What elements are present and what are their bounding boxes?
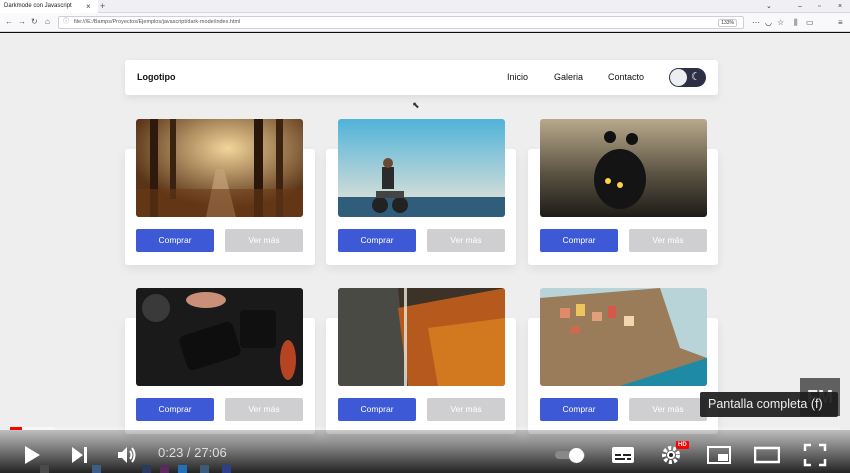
taskbar-app-icon[interactable] — [200, 465, 209, 473]
tab-close-icon[interactable]: × — [86, 0, 91, 13]
fullscreen-tooltip: Pantalla completa (f) — [700, 392, 838, 417]
see-more-button[interactable]: Ver más — [629, 229, 707, 252]
screen: Darkmode con Javascript × + ⌄ – ▫ × ← → … — [0, 0, 850, 473]
miniplayer-icon[interactable] — [707, 446, 731, 464]
photo-man-on-motorbike-beach — [338, 119, 505, 217]
photo-coastal-village — [540, 288, 707, 386]
subtitles-icon[interactable] — [611, 446, 635, 464]
tab-title: Darkmode con Javascript — [4, 3, 72, 9]
see-more-button[interactable]: Ver más — [225, 229, 303, 252]
browser-toolbar: ← → ↻ ⌂ ⓘ file:///E:/Bamps/Proyectos/Eje… — [0, 13, 850, 32]
see-more-button[interactable]: Ver más — [427, 398, 505, 421]
menu-icon[interactable]: ≡ — [838, 17, 843, 28]
taskbar-app-icon[interactable] — [142, 465, 151, 473]
volume-icon[interactable] — [116, 445, 138, 465]
theater-mode-icon[interactable] — [754, 446, 780, 464]
site-logo[interactable]: Logotipo — [137, 60, 175, 95]
nav-link-contacto[interactable]: Contacto — [608, 60, 644, 95]
photo-forest-path — [136, 119, 303, 217]
library-icon[interactable]: ⫼ — [794, 17, 798, 28]
time-display: 0:23 / 27:06 — [158, 445, 227, 460]
new-tab-button[interactable]: + — [100, 0, 105, 13]
windows-taskbar — [0, 465, 240, 473]
dark-mode-toggle[interactable]: ☾ — [669, 68, 706, 87]
minimize-icon[interactable]: – — [798, 0, 802, 13]
pocket-icon[interactable]: ◡ — [765, 17, 772, 28]
fullscreen-icon[interactable] — [803, 443, 827, 467]
buy-button[interactable]: Comprar — [540, 398, 618, 421]
taskbar-app-icon[interactable] — [92, 465, 101, 473]
buy-button[interactable]: Comprar — [540, 229, 618, 252]
see-more-button[interactable]: Ver más — [225, 398, 303, 421]
maximize-icon[interactable]: ▫ — [818, 0, 820, 13]
toggle-knob — [670, 69, 687, 86]
autoplay-thumb — [569, 448, 584, 463]
nav-link-galeria[interactable]: Galeria — [554, 60, 583, 95]
next-icon[interactable] — [70, 446, 90, 464]
browser-tab-bar: Darkmode con Javascript × + ⌄ – ▫ × — [0, 0, 850, 13]
hd-badge: HD — [676, 441, 689, 449]
buy-button[interactable]: Comprar — [136, 398, 214, 421]
sidebar-icon[interactable]: ▭ — [806, 17, 814, 28]
photo-motorcycle-night-road — [540, 119, 707, 217]
browser-tab[interactable]: Darkmode con Javascript × — [0, 0, 98, 13]
mouse-cursor-icon: ⬉ — [412, 100, 420, 110]
back-icon[interactable]: ← — [5, 16, 13, 28]
url-bar[interactable]: ⓘ file:///E:/Bamps/Proyectos/Ejemplos/ja… — [58, 16, 744, 29]
bookmark-star-icon[interactable]: ☆ — [777, 17, 784, 28]
zoom-level[interactable]: 133% — [718, 19, 737, 27]
close-window-icon[interactable]: × — [838, 0, 842, 13]
nav-link-inicio[interactable]: Inicio — [507, 60, 528, 95]
play-icon[interactable] — [22, 444, 42, 466]
autoplay-toggle[interactable] — [555, 448, 589, 463]
taskbar-app-icon[interactable] — [222, 465, 231, 473]
list-tabs-icon[interactable]: ⌄ — [766, 0, 772, 13]
reload-icon[interactable]: ↻ — [31, 16, 38, 28]
taskbar-app-icon[interactable] — [160, 465, 169, 473]
progress-played — [10, 427, 22, 430]
forward-icon[interactable]: → — [18, 16, 26, 28]
home-icon[interactable]: ⌂ — [45, 16, 50, 28]
see-more-button[interactable]: Ver más — [427, 229, 505, 252]
moon-icon: ☾ — [691, 71, 701, 83]
see-more-button[interactable]: Ver más — [629, 398, 707, 421]
more-actions-icon[interactable]: ⋯ — [752, 17, 760, 28]
progress-bar[interactable] — [10, 427, 840, 430]
buy-button[interactable]: Comprar — [136, 229, 214, 252]
buy-button[interactable]: Comprar — [338, 398, 416, 421]
photo-autumn-cliff — [338, 288, 505, 386]
photo-camera-in-hand — [136, 288, 303, 386]
buy-button[interactable]: Comprar — [338, 229, 416, 252]
url-text: file:///E:/Bamps/Proyectos/Ejemplos/java… — [74, 19, 241, 25]
taskbar-app-icon[interactable] — [40, 465, 49, 473]
taskbar-app-icon[interactable] — [178, 465, 187, 473]
site-header: Logotipo Inicio Galeria Contacto ☾ — [125, 60, 718, 95]
page-info-icon[interactable]: ⓘ — [63, 17, 69, 28]
